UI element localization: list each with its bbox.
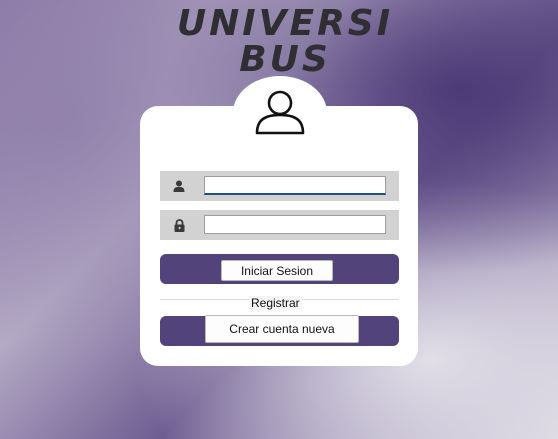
username-row xyxy=(160,171,399,201)
logo-line-2: BUS xyxy=(239,39,331,80)
register-label[interactable]: Registrar xyxy=(249,296,302,310)
logo-line-1: UNIVERSI xyxy=(176,3,394,44)
password-input[interactable] xyxy=(204,215,386,234)
lock-icon xyxy=(160,210,198,240)
username-input[interactable] xyxy=(204,176,386,195)
user-icon xyxy=(160,171,198,201)
app-logo: UNIVERSI BUS xyxy=(160,6,410,78)
create-account-button[interactable]: Crear cuenta nueva xyxy=(205,315,359,343)
avatar xyxy=(233,76,327,150)
password-row xyxy=(160,210,399,240)
login-button[interactable]: Iniciar Sesion xyxy=(221,260,333,281)
user-avatar-icon xyxy=(255,90,305,135)
